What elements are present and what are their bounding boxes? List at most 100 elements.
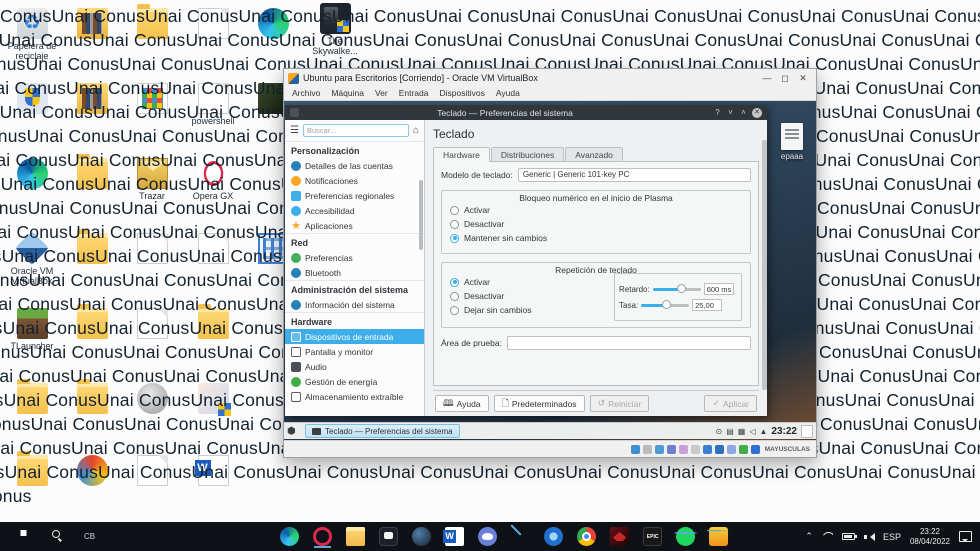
sidebar-item-bell[interactable]: Notificaciones (285, 173, 424, 188)
taskbar-icon-virtualbox[interactable] (511, 527, 530, 546)
sidebar-item-energy[interactable]: Gestión de energía (285, 374, 424, 389)
desktop-icon-file[interactable] (183, 8, 243, 41)
taskbar-icon-word[interactable] (443, 527, 465, 546)
desktop-icon-tiles[interactable] (122, 83, 182, 116)
radio-dejar-sin-cambios[interactable]: Dejar sin cambios (450, 305, 614, 315)
sidebar-item-storage[interactable]: Almacenamiento extraíble (285, 389, 424, 404)
radio-activar[interactable]: Activar (450, 205, 742, 215)
kde-clock[interactable]: 23:22 (771, 426, 797, 437)
desktop-icon-file[interactable] (122, 308, 182, 341)
test-area-input[interactable] (506, 336, 751, 350)
taskbar-icon-blue-app[interactable] (544, 527, 564, 546)
virtualbox-titlebar[interactable]: Ubuntu para Escritorios [Corriendo] - Or… (284, 69, 816, 87)
sidebar-scrollbar[interactable] (419, 180, 423, 250)
menu-dispositivos[interactable]: Dispositivos (440, 87, 485, 100)
desktop-icon-folder[interactable] (62, 379, 122, 416)
sidebar-item-account[interactable]: Detalles de las cuentas (285, 158, 424, 173)
keyboard-model-combobox[interactable]: Generic | Generic 101-key PC (517, 168, 751, 182)
hamburger-icon[interactable]: ☰ (290, 125, 299, 136)
desktop-icon-edge[interactable] (243, 8, 303, 41)
tab-hardware[interactable]: Hardware (433, 147, 490, 162)
taskbar-search-button[interactable] (40, 522, 74, 551)
vm-status-icon[interactable] (702, 444, 712, 454)
delay-slider[interactable] (652, 284, 701, 293)
desktop-icon-edge[interactable] (2, 158, 62, 191)
taskbar-icon-red-game[interactable] (610, 527, 630, 546)
content-scrollbar[interactable] (762, 140, 767, 390)
search-input[interactable]: Buscar... (302, 124, 409, 137)
taskbar-icon-orange-app[interactable] (709, 527, 729, 546)
battery-icon[interactable] (841, 533, 857, 540)
sidebar-item-bluetooth[interactable]: Bluetooth (285, 265, 424, 280)
desktop-icon-envelope[interactable]: Trazar (122, 158, 182, 201)
desktop-icon-file[interactable] (122, 455, 182, 488)
taskbar-icon-spotify[interactable] (674, 527, 698, 546)
desktop-icon-folder[interactable] (62, 229, 122, 266)
menu-entrada[interactable]: Entrada (399, 87, 429, 100)
show-desktop-button[interactable] (801, 424, 813, 438)
desktop-icon-file[interactable] (122, 233, 182, 266)
sidebar-item-star[interactable]: ★ Aplicaciones (285, 218, 424, 233)
sidebar-item-keyboard[interactable]: Dispositivos de entrada (285, 329, 424, 344)
kde-tray-icon[interactable]: ▦ (738, 427, 746, 436)
vm-status-icon[interactable] (714, 444, 724, 454)
wifi-icon[interactable] (822, 532, 833, 541)
taskbar-icon-discord[interactable] (478, 527, 498, 546)
desktop-icon-operagx[interactable]: Opera GX (183, 158, 243, 201)
defaults-button[interactable]: 🗋 Predeterminados (493, 395, 585, 412)
minimize-button[interactable]: — (758, 70, 776, 86)
sidebar-item-audio[interactable]: Audio (285, 359, 424, 374)
tray-arrow-icon[interactable]: ▲ (760, 427, 768, 436)
kde-tray-icon[interactable]: ◁ (749, 427, 755, 436)
desktop-icon-shield[interactable] (2, 83, 62, 116)
app-launcher-icon[interactable] (287, 425, 301, 438)
reset-button[interactable]: ↺ Reiniciar (589, 395, 650, 412)
desktop-icon-folder[interactable] (62, 154, 122, 191)
radio-desactivar[interactable]: Desactivar (450, 291, 614, 301)
vm-status-icon[interactable] (726, 444, 736, 454)
rate-slider[interactable] (641, 300, 690, 309)
maximize-button[interactable]: ◻ (776, 70, 794, 86)
desktop-icon-folderbooks[interactable] (62, 83, 122, 116)
taskbar-clock[interactable]: 23:22 08/04/2022 (910, 527, 950, 547)
vm-status-icon[interactable] (738, 444, 748, 454)
minimize-titlebar-button[interactable]: ˅ (724, 108, 737, 117)
apply-button[interactable]: ✓ Aplicar (704, 395, 757, 412)
desktop-icon-word[interactable] (183, 455, 243, 488)
tab-avanzado[interactable]: Avanzado (565, 147, 623, 162)
desktop-icon-winrar[interactable] (122, 383, 182, 416)
sidebar-item-regional[interactable]: Preferencias regionales (285, 188, 424, 203)
taskbar-icon-chat-app[interactable] (379, 527, 399, 546)
radio-desactivar[interactable]: Desactivar (450, 219, 742, 229)
volume-icon[interactable] (863, 532, 875, 542)
hidden-icons-chevron[interactable]: ⌃ (805, 531, 813, 542)
maximize-titlebar-button[interactable]: ˄ (737, 108, 750, 117)
kde-tray-icon[interactable]: ⊙ (716, 427, 723, 436)
vm-status-icon[interactable] (642, 444, 652, 454)
sidebar-item-monitor[interactable]: Pantalla y monitor (285, 344, 424, 359)
delay-spinbox[interactable]: 600 ms (703, 283, 734, 295)
radio-mantener-sin-cambios[interactable]: Mantener sin cambios (450, 233, 742, 243)
kde-titlebar[interactable]: Teclado — Preferencias del sistema ? ˅ ˄… (285, 105, 767, 120)
sidebar-item-access[interactable]: Accesibilidad (285, 203, 424, 218)
desktop-icon-folder[interactable] (2, 451, 62, 488)
desktop-icon-genshin[interactable] (183, 383, 243, 416)
home-icon[interactable]: ⌂ (413, 125, 419, 136)
menu-máquina[interactable]: Máquina (331, 87, 364, 100)
kde-tray-icon[interactable]: ▤ (726, 427, 734, 436)
taskbar-icon-file-explorer[interactable] (346, 527, 366, 546)
desktop-icon-lego[interactable]: The Skywalke... (305, 3, 365, 56)
vm-status-icon[interactable] (750, 444, 760, 454)
vm-status-icon[interactable] (654, 444, 664, 454)
menu-ver[interactable]: Ver (375, 87, 388, 100)
close-button[interactable]: ✕ (794, 70, 812, 86)
rate-spinbox[interactable]: 25,00 (692, 299, 723, 311)
desktop-icon-file[interactable] (183, 233, 243, 266)
desktop-icon-folder[interactable] (62, 304, 122, 341)
desktop-icon-swirl[interactable] (62, 455, 122, 488)
vm-status-icon[interactable] (666, 444, 676, 454)
taskbar-icon-steam[interactable] (412, 527, 432, 546)
taskbar-icon-chrome[interactable] (577, 527, 597, 546)
vm-status-icon[interactable] (678, 444, 688, 454)
sidebar-item-info[interactable]: Información del sistema (285, 297, 424, 312)
